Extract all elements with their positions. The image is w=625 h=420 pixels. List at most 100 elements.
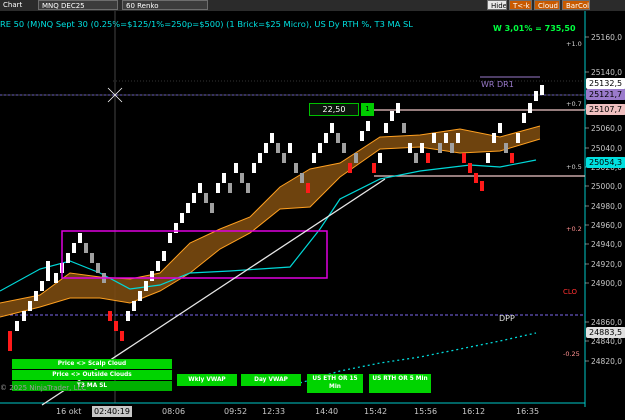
dpp-label: DPP bbox=[499, 314, 515, 323]
period-selector[interactable]: 60 Renko bbox=[122, 0, 208, 10]
renko-brick bbox=[528, 103, 532, 113]
renko-brick bbox=[90, 253, 94, 263]
instrument-selector[interactable]: MNQ DEC25 bbox=[38, 0, 118, 10]
renko-brick bbox=[510, 153, 514, 163]
renko-brick bbox=[264, 143, 268, 153]
level-pct-10: +1.0 bbox=[566, 40, 582, 48]
price-pill-current: 25132,5 bbox=[586, 78, 625, 89]
price-tick-label: 25140,0 bbox=[591, 68, 622, 77]
renko-brick bbox=[252, 163, 256, 173]
renko-brick bbox=[444, 133, 448, 143]
renko-brick bbox=[186, 203, 190, 213]
price-tick-label: 24860,0 bbox=[591, 318, 622, 327]
hide-button[interactable]: Hide bbox=[487, 0, 507, 10]
us-rth-or-button[interactable]: US RTH OR 5 Min bbox=[369, 374, 431, 393]
renko-brick bbox=[84, 243, 88, 253]
price-pill-dpp: 24883,5 bbox=[586, 327, 625, 338]
renko-brick bbox=[540, 85, 544, 95]
renko-brick bbox=[78, 233, 82, 243]
renko-brick bbox=[402, 123, 406, 133]
day-vwap-button[interactable]: Day VWAP bbox=[241, 374, 301, 386]
renko-brick bbox=[66, 253, 70, 263]
renko-brick bbox=[210, 203, 214, 213]
price-tick-label: 25040,0 bbox=[591, 144, 622, 153]
level-pct-05: +0.5 bbox=[566, 163, 582, 171]
renko-brick bbox=[46, 261, 50, 271]
price-tick-label: 25060,0 bbox=[591, 124, 622, 133]
price-pill-vwap: 25054,3 bbox=[586, 157, 625, 168]
renko-brick bbox=[120, 331, 124, 341]
price-tick-label: 24940,0 bbox=[591, 240, 622, 249]
renko-brick bbox=[8, 331, 12, 341]
time-tick-label: 15:42 bbox=[364, 407, 388, 416]
price-tick-label: 25160,0 bbox=[591, 33, 622, 42]
renko-brick bbox=[192, 193, 196, 203]
time-tick-label: 16:35 bbox=[516, 407, 540, 416]
renko-brick bbox=[198, 183, 202, 193]
renko-brick bbox=[348, 163, 352, 173]
renko-brick bbox=[390, 111, 394, 121]
renko-brick bbox=[306, 183, 310, 193]
renko-brick bbox=[22, 311, 26, 321]
time-tick-label: 15:56 bbox=[414, 407, 438, 416]
time-tick-label: 09:52 bbox=[224, 407, 248, 416]
clo-label: CLO bbox=[563, 288, 578, 296]
renko-brick bbox=[126, 311, 130, 321]
renko-brick bbox=[216, 183, 220, 193]
order-quantity-field[interactable]: 22,50 bbox=[309, 103, 359, 116]
renko-brick bbox=[276, 143, 280, 153]
renko-brick bbox=[240, 173, 244, 183]
price-tick-label: 24920,0 bbox=[591, 260, 622, 269]
time-tick-label: 16 okt bbox=[56, 407, 82, 416]
renko-brick bbox=[462, 153, 466, 163]
renko-brick bbox=[468, 163, 472, 173]
time-tick-label: 16:12 bbox=[462, 407, 486, 416]
order-quantity-button[interactable]: 1 bbox=[361, 103, 374, 116]
barcol-button[interactable]: BarCol bbox=[562, 0, 590, 10]
renko-brick bbox=[438, 143, 442, 153]
renko-brick bbox=[354, 153, 358, 163]
time-tick-label: 12:33 bbox=[262, 407, 286, 416]
wkly-vwap-button[interactable]: Wkly VWAP bbox=[177, 374, 237, 386]
renko-brick bbox=[144, 281, 148, 291]
renko-brick bbox=[46, 271, 50, 281]
renko-brick bbox=[150, 271, 154, 281]
cloud-fill bbox=[0, 126, 540, 317]
renko-brick bbox=[282, 153, 286, 163]
renko-brick bbox=[8, 341, 12, 351]
renko-brick bbox=[408, 143, 412, 153]
price-tick-label: 24900,0 bbox=[591, 279, 622, 288]
renko-brick bbox=[420, 143, 424, 153]
renko-brick bbox=[318, 143, 322, 153]
performance-label: W 3,01% = 735,50 bbox=[493, 24, 576, 33]
chart-tab[interactable]: Chart bbox=[0, 0, 26, 10]
renko-brick bbox=[258, 153, 262, 163]
renko-brick bbox=[138, 291, 142, 301]
renko-brick bbox=[426, 153, 430, 163]
renko-brick bbox=[222, 173, 226, 183]
tck-button[interactable]: T<-k bbox=[509, 0, 532, 10]
renko-brick bbox=[246, 183, 250, 193]
cursor-time-label: 02:40:19 bbox=[92, 406, 132, 417]
renko-brick bbox=[366, 121, 370, 131]
outside-clouds-button[interactable]: Price <> Outside Clouds bbox=[12, 370, 172, 380]
price-tick-label: 25000,0 bbox=[591, 182, 622, 191]
renko-brick bbox=[336, 133, 340, 143]
renko-brick bbox=[534, 91, 538, 101]
scalp-cloud-button[interactable]: Price <> Scalp Cloud bbox=[12, 359, 172, 369]
renko-brick bbox=[432, 133, 436, 143]
cloud-button[interactable]: Cloud bbox=[534, 0, 560, 10]
renko-brick bbox=[204, 193, 208, 203]
renko-brick bbox=[384, 123, 388, 133]
time-tick-label: 08:06 bbox=[162, 407, 186, 416]
wr-dr1-label: WR DR1 bbox=[481, 80, 514, 89]
renko-brick bbox=[456, 133, 460, 143]
us-eth-or-button[interactable]: US ETH OR 15 Min bbox=[307, 374, 363, 393]
renko-brick bbox=[114, 321, 118, 331]
renko-brick bbox=[34, 291, 38, 301]
price-tick-label: 24960,0 bbox=[591, 221, 622, 230]
renko-brick bbox=[450, 143, 454, 153]
vwap-line bbox=[0, 159, 537, 292]
renko-brick bbox=[72, 243, 76, 253]
renko-brick bbox=[378, 153, 382, 163]
